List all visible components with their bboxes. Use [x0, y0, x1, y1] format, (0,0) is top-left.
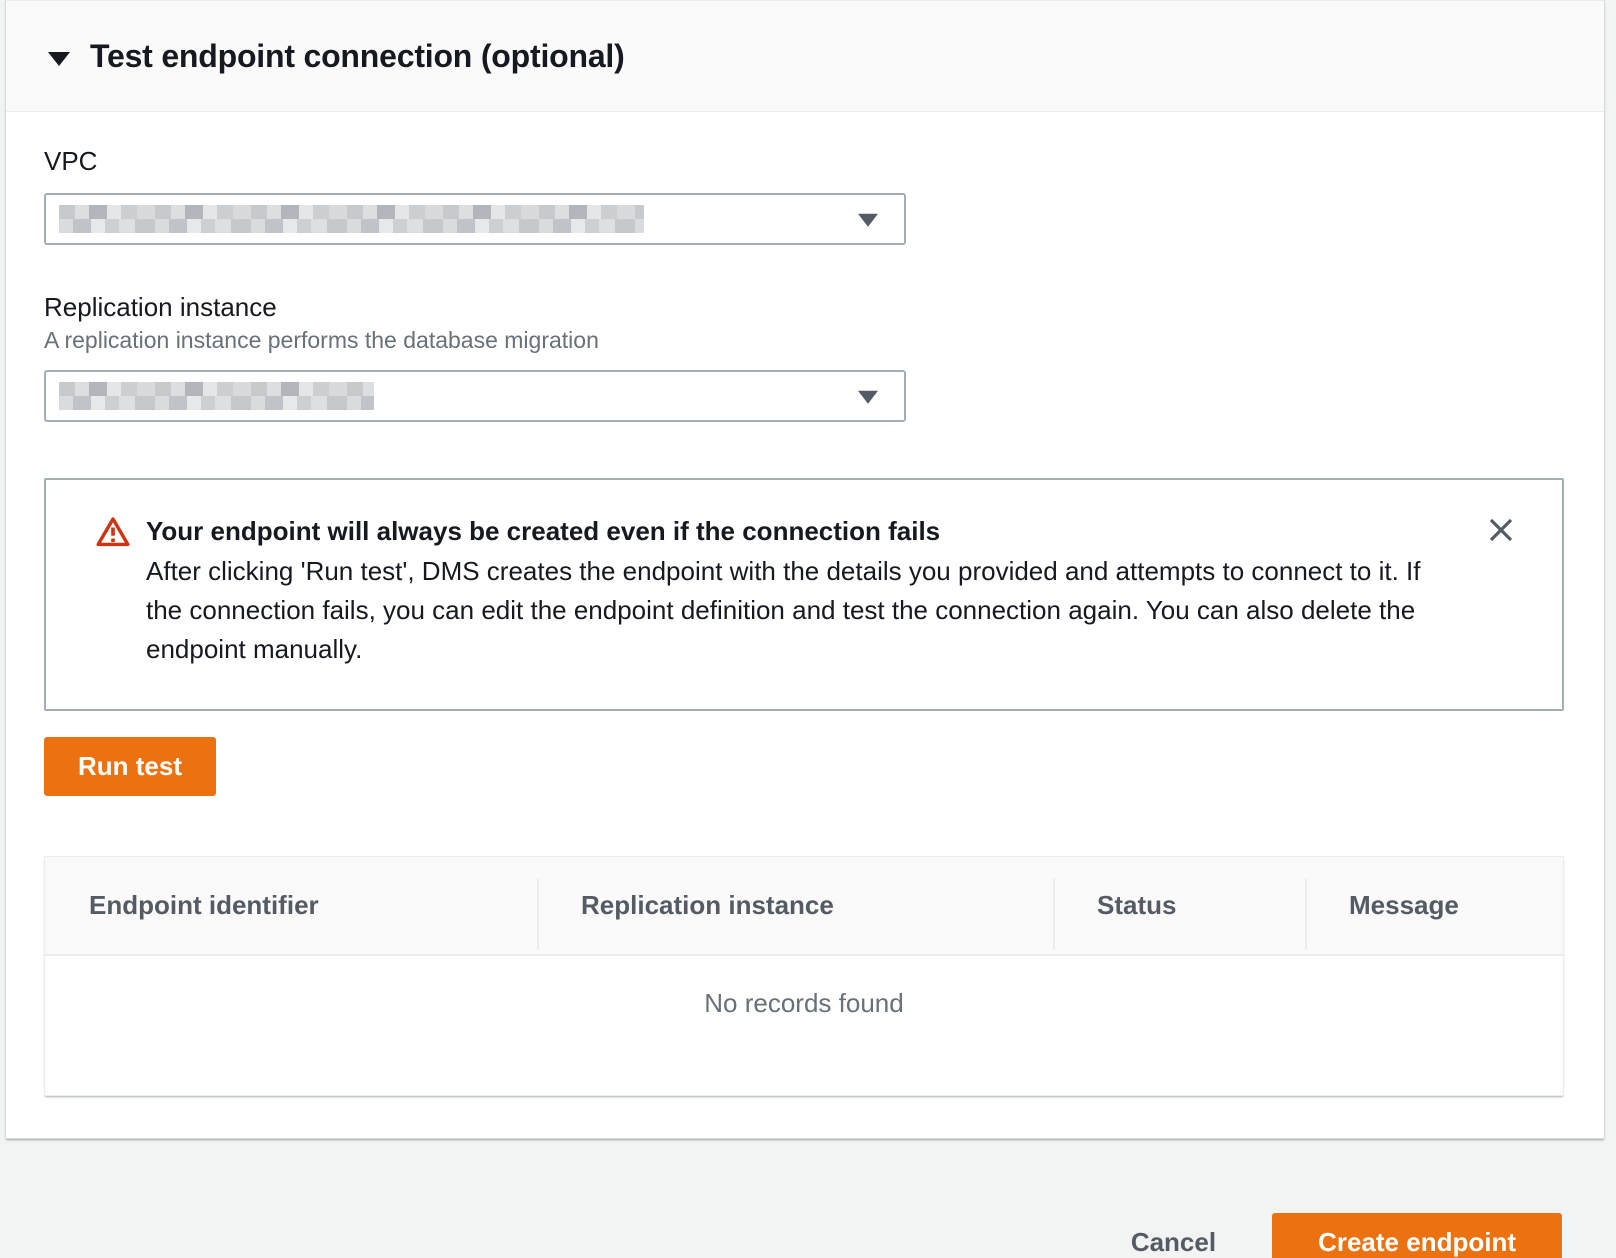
column-header-endpoint-identifier: Endpoint identifier — [45, 857, 537, 955]
create-endpoint-button[interactable]: Create endpoint — [1272, 1213, 1562, 1258]
column-header-replication-instance: Replication instance — [537, 857, 1053, 955]
column-header-status: Status — [1053, 857, 1305, 955]
empty-state-message: No records found — [45, 956, 1563, 1095]
replication-instance-description: A replication instance performs the data… — [44, 327, 1564, 354]
section-header[interactable]: Test endpoint connection (optional) — [6, 1, 1604, 112]
chevron-down-icon — [858, 391, 878, 404]
footer-actions: Cancel Create endpoint — [0, 1139, 1616, 1258]
chevron-down-icon — [858, 214, 878, 227]
vpc-select[interactable] — [44, 193, 906, 245]
run-test-button[interactable]: Run test — [44, 737, 216, 796]
section-title: Test endpoint connection (optional) — [90, 38, 625, 75]
vpc-label: VPC — [44, 146, 1564, 177]
test-endpoint-connection-panel: Test endpoint connection (optional) VPC … — [5, 0, 1605, 1139]
cancel-button[interactable]: Cancel — [1111, 1215, 1236, 1258]
replication-instance-select[interactable] — [44, 370, 906, 422]
replication-instance-label: Replication instance — [44, 292, 1564, 323]
warning-alert: Your endpoint will always be created eve… — [44, 478, 1564, 711]
section-collapse-caret-icon — [48, 52, 70, 66]
warning-triangle-icon — [96, 516, 130, 553]
close-icon — [1486, 515, 1516, 548]
warning-title: Your endpoint will always be created eve… — [146, 512, 1442, 551]
section-body: VPC Replication instance A replication i… — [6, 112, 1604, 1138]
replication-instance-selected-value-redacted — [59, 382, 374, 410]
vpc-selected-value-redacted — [59, 205, 644, 233]
test-results-table: Endpoint identifier Replication instance… — [44, 856, 1564, 1096]
column-header-message: Message — [1305, 857, 1563, 955]
warning-body: After clicking 'Run test', DMS creates t… — [146, 552, 1442, 669]
dismiss-warning-button[interactable] — [1484, 514, 1518, 548]
